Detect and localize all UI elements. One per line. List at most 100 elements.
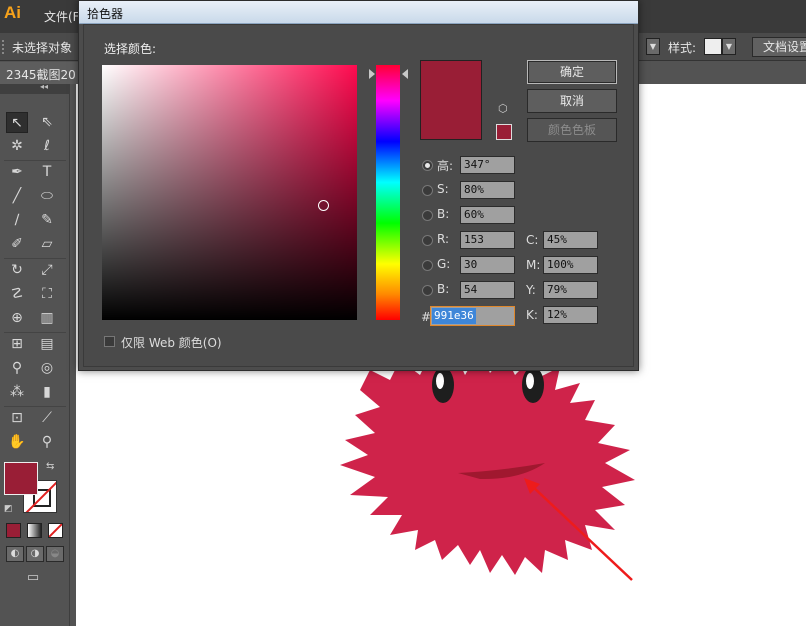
web-only-checkbox[interactable] [104,336,115,347]
warp-tool-icon[interactable]: ☡ [6,284,28,305]
hue-slider-arrow-left-icon[interactable] [369,69,375,79]
magic-wand-tool-icon[interactable]: ✲ [6,136,28,157]
divider [4,406,66,407]
radio-hue[interactable] [422,160,433,171]
magenta-label: M: [526,258,541,272]
gradient-tool-icon[interactable]: ▤ [36,334,58,355]
green-label: G: [437,257,451,271]
selection-status: 未选择对象 [12,41,73,55]
blend-tool-icon[interactable]: ◎ [36,358,58,379]
draw-inside-icon[interactable]: ◒ [46,546,64,562]
red-label: R: [437,232,450,246]
type-tool-icon[interactable]: T [36,162,58,183]
gamut-correction-swatch[interactable] [496,124,512,140]
paintbrush-tool-icon[interactable]: ∕ [6,210,28,231]
choose-color-label: 选择颜色: [104,42,157,56]
color-mode-button[interactable] [6,523,21,538]
eyedropper-tool-icon[interactable]: ⚲ [6,358,28,379]
chevron-down-icon[interactable]: ▼ [646,38,660,55]
draw-normal-icon[interactable]: ◐ [6,546,24,562]
swap-fill-stroke-icon[interactable]: ⇆ [46,461,54,472]
panel-grip-icon[interactable] [2,40,6,54]
green-field[interactable]: 30 [460,256,515,274]
app-logo: Ai [4,3,21,22]
radio-blue[interactable] [422,285,433,296]
yellow-label: Y: [526,283,536,297]
dialog-body: 选择颜色: ⬡ 确定 取消 颜色色板 高: 347° S: 80% B: 60%… [83,24,634,367]
document-tab[interactable]: 2345截图20 [0,62,80,84]
column-graph-tool-icon[interactable]: ▮ [36,382,58,403]
hex-value-selected[interactable]: 991e36 [432,308,476,324]
red-field[interactable]: 153 [460,231,515,249]
tools-panel-header[interactable]: ◂◂ [0,82,70,94]
color-preview [420,60,482,140]
radio-saturation[interactable] [422,185,433,196]
divider [4,160,66,161]
gradient-mode-button[interactable] [27,523,42,538]
radio-red[interactable] [422,235,433,246]
perspective-grid-tool-icon[interactable]: ▥ [36,308,58,329]
color-field-cursor[interactable] [318,200,329,211]
hue-label: 高: [437,159,454,173]
default-colors-icon[interactable]: ◩ [4,504,13,514]
artboard-tool-icon[interactable]: ⊡ [6,408,28,429]
tools-panel: ◂◂ ↖ ⇖ ✲ ℓ ✒ T ╱ ⬭ ∕ ✎ ✐ ▱ ↻ ⤢ ☡ ⛶ ⊕ ▥ ⊞… [0,82,70,626]
radio-green[interactable] [422,260,433,271]
black-field[interactable]: 12% [543,306,598,324]
cube-icon: ⬡ [498,102,508,115]
color-swatches-button[interactable]: 颜色色板 [527,118,617,142]
style-dropdown-chevron-icon[interactable]: ▼ [722,38,736,55]
divider [4,332,66,333]
ok-button[interactable]: 确定 [527,60,617,84]
scale-tool-icon[interactable]: ⤢ [36,260,58,281]
draw-behind-icon[interactable]: ◑ [26,546,44,562]
pen-tool-icon[interactable]: ✒ [6,162,28,183]
left-eye-highlight [436,373,444,389]
selection-tool-icon[interactable]: ↖ [6,112,28,133]
line-tool-icon[interactable]: ╱ [6,186,28,207]
document-setup-button[interactable]: 文档设置 [752,37,806,57]
brightness-field[interactable]: 60% [460,206,515,224]
shape-builder-tool-icon[interactable]: ⊕ [6,308,28,329]
pencil-tool-icon[interactable]: ✎ [36,210,58,231]
ellipse-tool-icon[interactable]: ⬭ [36,186,58,207]
yellow-field[interactable]: 79% [543,281,598,299]
cancel-button[interactable]: 取消 [527,89,617,113]
magenta-field[interactable]: 100% [543,256,598,274]
slice-tool-icon[interactable]: ⟋ [36,408,58,429]
eraser-tool-icon[interactable]: ▱ [36,234,58,255]
style-label: 样式: [668,41,697,55]
symbol-sprayer-tool-icon[interactable]: ⁂ [6,382,28,403]
lasso-tool-icon[interactable]: ℓ [36,136,58,157]
web-only-label[interactable]: 仅限 Web 颜色(O) [121,334,222,351]
cyan-label: C: [526,233,539,247]
hue-field[interactable]: 347° [460,156,515,174]
cyan-field[interactable]: 45% [543,231,598,249]
rotate-tool-icon[interactable]: ↻ [6,260,28,281]
blue-field[interactable]: 54 [460,281,515,299]
document-tab-title: 2345截图20 [6,68,76,82]
collapse-icon[interactable]: ◂◂ [40,82,48,91]
hue-slider[interactable] [376,65,400,320]
blob-brush-tool-icon[interactable]: ✐ [6,234,28,255]
right-eye-highlight [526,373,534,389]
free-transform-tool-icon[interactable]: ⛶ [36,284,58,305]
hex-field[interactable]: 991e36 [430,306,515,326]
divider [4,258,66,259]
zoom-tool-icon[interactable]: ⚲ [36,432,58,453]
direct-selection-tool-icon[interactable]: ⇖ [36,112,58,133]
radio-brightness[interactable] [422,210,433,221]
color-picker-dialog: 拾色器 选择颜色: ⬡ 确定 取消 颜色色板 高: 347° S: 80% B:… [78,0,639,371]
mesh-tool-icon[interactable]: ⊞ [6,334,28,355]
dialog-titlebar[interactable]: 拾色器 [79,1,638,24]
saturation-field[interactable]: 80% [460,181,515,199]
none-mode-button[interactable] [48,523,63,538]
black-label: K: [526,308,538,322]
style-swatch[interactable] [704,38,722,55]
hue-slider-arrow-right-icon[interactable] [402,69,408,79]
saturation-label: S: [437,182,449,196]
saturation-brightness-field[interactable] [102,65,357,320]
hand-tool-icon[interactable]: ✋ [6,432,28,453]
screen-mode-icon[interactable]: ▭ [22,570,44,586]
fill-swatch[interactable] [4,462,38,495]
